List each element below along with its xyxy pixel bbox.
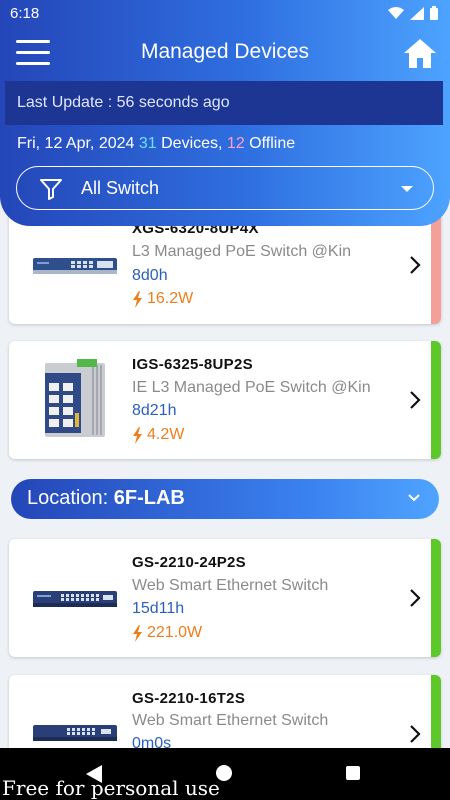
device-uptime: 8d21h — [132, 402, 177, 419]
location-value: 6F-LAB — [113, 487, 185, 509]
device-card-gs-2210-24p2s[interactable]: GS-2210-24P2S Web Smart Ethernet Switch … — [9, 539, 441, 657]
cell-signal-icon — [410, 6, 424, 20]
lightning-icon — [133, 624, 142, 642]
device-power-value: 221.0W — [147, 624, 203, 641]
chevron-right-icon — [410, 725, 421, 743]
offline-count: 12 — [226, 135, 245, 152]
status-time: 6:18 — [10, 5, 40, 22]
location-label-row: Location: 6F-LAB — [27, 487, 185, 510]
device-description: Web Smart Ethernet Switch — [132, 712, 329, 729]
dropdown-caret-icon — [401, 186, 413, 192]
device-power: 221.0W — [132, 624, 202, 642]
chevron-down-icon — [408, 494, 420, 502]
status-indicator — [431, 341, 441, 459]
switch-device-image — [33, 591, 117, 607]
device-power-value: 16.2W — [147, 290, 194, 307]
lightning-icon — [133, 290, 142, 308]
device-summary: Fri, 12 Apr, 2024 31 Devices, 12 Offline — [17, 135, 295, 153]
status-indicator — [431, 675, 441, 748]
device-card-igs-6325[interactable]: IGS-6325-8UP2S IE L3 Managed PoE Switch … — [9, 341, 441, 459]
wifi-icon — [388, 6, 404, 19]
device-count: 31 — [138, 135, 157, 152]
switch-device-image — [33, 258, 117, 274]
device-card-gs-2210-16t2s[interactable]: GS-2210-16T2S Web Smart Ethernet Switch … — [9, 675, 441, 748]
offline-label: Offline — [249, 135, 296, 152]
device-description: IE L3 Managed PoE Switch @Kin — [132, 379, 371, 396]
device-description: Web Smart Ethernet Switch — [132, 577, 329, 594]
page-title: Managed Devices — [140, 40, 310, 63]
status-indicator — [431, 539, 441, 657]
location-label: Location: — [27, 487, 109, 509]
device-power-value: 4.2W — [147, 426, 185, 443]
status-bar: 6:18 — [0, 0, 450, 28]
chevron-right-icon — [410, 589, 421, 607]
device-description: L3 Managed PoE Switch @Kin — [132, 243, 352, 260]
device-uptime: 15d11h — [132, 600, 185, 617]
battery-icon — [430, 6, 438, 20]
device-name: IGS-6325-8UP2S — [132, 356, 253, 373]
device-name: GS-2210-16T2S — [132, 690, 246, 707]
device-uptime: 8d0h — [132, 267, 168, 284]
switch-device-image — [33, 725, 117, 741]
lightning-icon — [133, 426, 142, 444]
industrial-switch-image — [45, 359, 105, 437]
devices-label: Devices, — [161, 135, 223, 152]
home-icon[interactable] — [402, 36, 438, 70]
status-indicator — [431, 206, 441, 324]
device-filter-dropdown[interactable]: All Switch — [16, 166, 434, 210]
recent-apps-icon[interactable] — [346, 766, 360, 780]
device-power: 4.2W — [132, 426, 184, 444]
filter-selected-value: All Switch — [81, 178, 160, 198]
device-power: 16.2W — [132, 290, 193, 308]
filter-icon — [40, 179, 62, 200]
last-update-banner: Last Update : 56 seconds ago — [5, 81, 443, 125]
chevron-right-icon — [410, 256, 421, 274]
status-icons — [388, 6, 438, 20]
device-uptime: 0m0s — [132, 735, 172, 748]
summary-date: Fri, 12 Apr, 2024 — [17, 135, 135, 152]
watermark-text: Free for personal use — [2, 776, 220, 800]
location-group-header[interactable]: Location: 6F-LAB — [11, 479, 439, 519]
app-header: Managed Devices Last Update : 56 seconds… — [0, 0, 450, 226]
device-name: GS-2210-24P2S — [132, 554, 246, 571]
chevron-right-icon — [410, 391, 421, 409]
